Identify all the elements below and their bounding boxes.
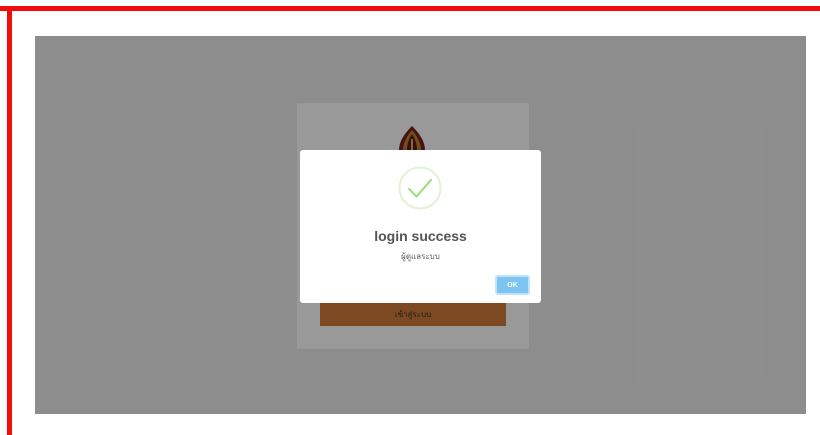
red-frame-left bbox=[7, 6, 12, 435]
success-dialog: login success ผู้ดูแลระบบ OK bbox=[300, 150, 541, 303]
check-circle-icon bbox=[398, 166, 442, 210]
dialog-title: login success bbox=[374, 228, 467, 244]
red-frame-top bbox=[0, 6, 820, 11]
dialog-message: ผู้ดูแลระบบ bbox=[401, 252, 440, 261]
ok-button[interactable]: OK bbox=[495, 275, 530, 295]
